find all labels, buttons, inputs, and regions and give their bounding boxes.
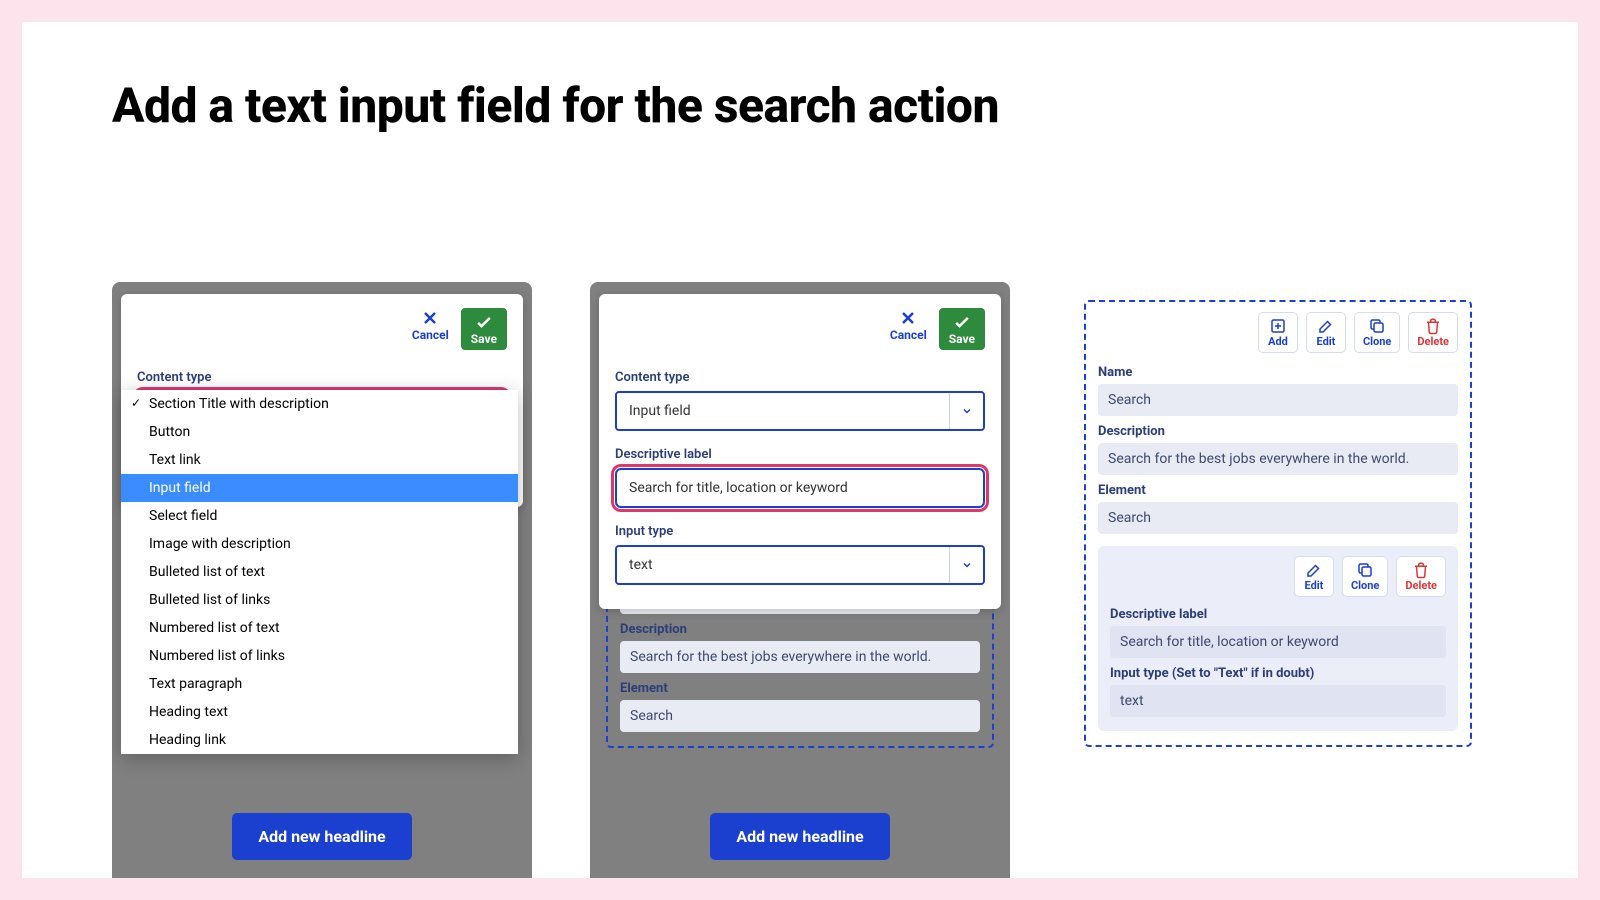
inner-input-type-value: text [1110,685,1446,717]
content-type-label: Content type [615,370,985,385]
delete-label: Delete [1417,335,1449,348]
dropdown-option[interactable]: Numbered list of text [121,614,518,642]
add-button[interactable]: Add [1258,312,1298,353]
bg-desc-label: Description [620,622,980,637]
edit-modal: Cancel Save Content type Input field Des… [599,294,1001,609]
edit-label: Edit [1304,579,1323,592]
dropdown-option[interactable]: Button [121,418,518,446]
dropdown-option[interactable]: Text paragraph [121,670,518,698]
edit-button[interactable]: Edit [1306,312,1346,353]
descriptive-label-value: Search for title, location or keyword [629,480,848,496]
inner-desc-label-label: Descriptive label [1110,607,1446,622]
outer-card: Add Edit Clone Delete Name Search Descri… [1084,300,1472,747]
dropdown-option[interactable]: Select field [121,502,518,530]
delete-button[interactable]: Delete [1408,312,1458,353]
input-type-label: Input type [615,524,985,539]
inner-input-type-label: Input type (Set to "Text" if in doubt) [1110,666,1446,681]
content-type-label: Content type [137,370,507,385]
add-headline-button[interactable]: Add new headline [232,813,411,860]
delete-label: Delete [1405,579,1437,592]
chevron-down-icon [949,393,983,429]
cancel-label: Cancel [412,328,449,342]
check-icon [474,312,494,332]
close-icon [898,308,918,328]
clone-button[interactable]: Clone [1342,556,1388,597]
cancel-button[interactable]: Cancel [890,308,927,350]
element-value: Search [1098,502,1458,534]
save-label: Save [471,332,497,346]
descriptive-label-input[interactable]: Search for title, location or keyword [615,468,985,508]
descriptive-label-label: Descriptive label [615,447,985,462]
input-type-value: text [629,557,653,573]
clone-label: Clone [1351,579,1379,592]
dropdown-option[interactable]: Image with description [121,530,518,558]
panel-result: Add Edit Clone Delete Name Search Descri… [1068,282,1488,878]
cancel-label: Cancel [890,328,927,342]
add-label: Add [1268,335,1288,348]
page-title: Add a text input field for the search ac… [112,77,1488,134]
dropdown-option[interactable]: Heading text [121,698,518,726]
edit-button[interactable]: Edit [1294,556,1334,597]
name-label: Name [1098,365,1458,380]
save-label: Save [949,332,975,346]
dropdown-option[interactable]: Bulleted list of text [121,558,518,586]
panel-filled-form: Search Description Search for the best j… [590,282,1010,878]
dropdown-option[interactable]: Text link [121,446,518,474]
dropdown-option[interactable]: Bulleted list of links [121,586,518,614]
panel-dropdown-open: Element Search Add new headline Cancel S… [112,282,532,878]
clone-button[interactable]: Clone [1354,312,1400,353]
cancel-button[interactable]: Cancel [412,308,449,350]
bg-element-value: Search [620,700,980,732]
content-type-value: Input field [629,403,691,419]
chevron-down-icon [949,547,983,583]
save-button[interactable]: Save [461,308,507,350]
element-label: Element [1098,483,1458,498]
dropdown-option[interactable]: Input field [121,474,518,502]
content-type-dropdown: Section Title with descriptionButtonText… [121,390,518,754]
delete-button[interactable]: Delete [1396,556,1446,597]
dropdown-option[interactable]: Numbered list of links [121,642,518,670]
close-icon [420,308,440,328]
edit-label: Edit [1316,335,1335,348]
dropdown-option[interactable]: Section Title with description [121,390,518,418]
description-label: Description [1098,424,1458,439]
content-type-select[interactable]: Input field [615,391,985,431]
save-button[interactable]: Save [939,308,985,350]
input-type-select[interactable]: text [615,545,985,585]
inner-card: Edit Clone Delete Descriptive label Sear… [1098,546,1458,731]
description-value: Search for the best jobs everywhere in t… [1098,443,1458,475]
name-value: Search [1098,384,1458,416]
dropdown-option[interactable]: Heading link [121,726,518,754]
bg-element-label: Element [620,681,980,696]
inner-desc-label-value: Search for title, location or keyword [1110,626,1446,658]
clone-label: Clone [1363,335,1391,348]
bg-desc-value: Search for the best jobs everywhere in t… [620,641,980,673]
check-icon [952,312,972,332]
add-headline-button[interactable]: Add new headline [710,813,889,860]
